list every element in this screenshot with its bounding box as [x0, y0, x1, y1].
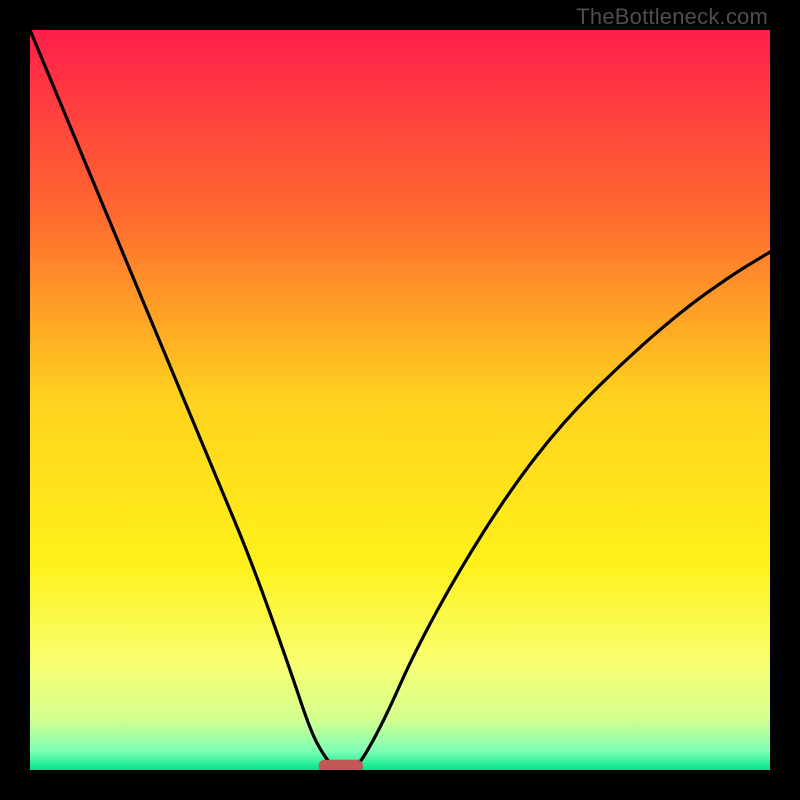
chart-svg: [30, 30, 770, 770]
gradient-background: [30, 30, 770, 770]
optimal-range-marker: [319, 760, 363, 770]
plot-area: [30, 30, 770, 770]
watermark-text: TheBottleneck.com: [576, 4, 768, 30]
chart-frame: TheBottleneck.com: [0, 0, 800, 800]
